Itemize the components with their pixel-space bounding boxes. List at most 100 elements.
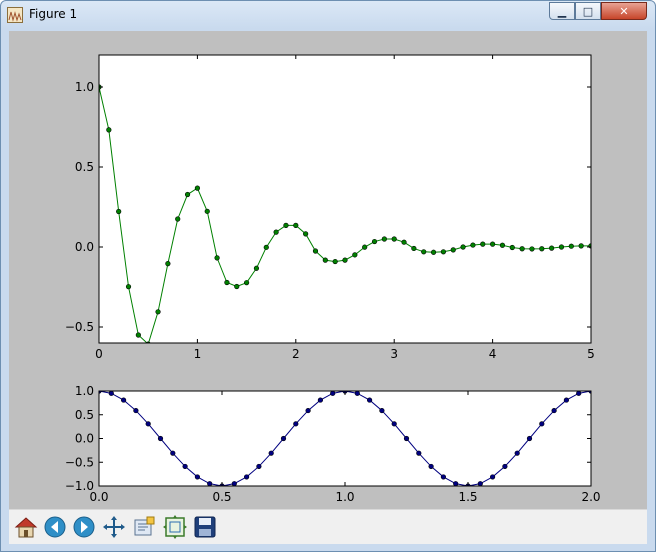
- cos-y-tick-label: −1.0: [65, 479, 94, 493]
- damped-data-point: [381, 236, 387, 242]
- damped-data-point: [480, 241, 486, 247]
- close-button[interactable]: ✕: [601, 2, 647, 20]
- cos-data-point: [539, 421, 545, 427]
- damped-data-point: [125, 284, 132, 290]
- cos-data-point: [293, 421, 299, 427]
- damped-x-tick-label: 3: [390, 347, 398, 361]
- subplots-button[interactable]: [162, 514, 188, 540]
- cos-data-point: [330, 391, 336, 396]
- cos-data-point: [207, 481, 213, 486]
- cos-data-point: [157, 435, 164, 442]
- damped-data-point: [303, 231, 309, 237]
- damped-x-tick-label: 2: [292, 347, 300, 361]
- damped-data-point: [401, 239, 407, 245]
- cos-data-point: [256, 463, 262, 470]
- zoom-icon: [134, 516, 155, 536]
- cos-data-point: [170, 450, 176, 456]
- cos-data-point: [490, 474, 496, 480]
- damped-data-point: [263, 244, 269, 250]
- damped-data-point: [499, 242, 506, 248]
- damped-data-point: [558, 244, 565, 250]
- pan-button[interactable]: [101, 514, 127, 540]
- damped-data-point: [204, 208, 210, 214]
- cos-data-point: [428, 463, 434, 470]
- damped-data-point: [539, 246, 545, 252]
- cos-x-tick-label: 0.5: [212, 490, 231, 504]
- zoom-button[interactable]: [131, 514, 157, 540]
- cos-data-point: [453, 481, 459, 486]
- damped-data-point: [106, 127, 112, 133]
- damped-data-point: [116, 208, 122, 215]
- damped-data-point: [391, 236, 397, 242]
- damped-data-point: [293, 222, 299, 228]
- damped-data-point: [342, 257, 348, 263]
- cos-data-point: [563, 397, 570, 403]
- damped-data-point: [194, 185, 200, 191]
- damped-data-point: [244, 280, 250, 286]
- cos-data-point: [367, 397, 373, 403]
- cos-data-point: [391, 421, 397, 427]
- save-button[interactable]: [192, 514, 218, 540]
- cos-data-point: [145, 421, 151, 427]
- cos-x-tick-label: 1.5: [458, 490, 477, 504]
- minimize-button[interactable]: ▁: [549, 2, 575, 20]
- damped-data-point: [519, 246, 525, 252]
- maximize-icon: □: [582, 4, 594, 18]
- damped-y-tick-label: 0.0: [75, 240, 94, 254]
- damped-data-point: [332, 258, 338, 265]
- cos-data-point: [182, 463, 188, 470]
- damped-data-point: [371, 238, 378, 245]
- figure-window: Figure 1 ▁ □ ✕ 0 1 2 3 4 5 −0.5 0.0 0.5 1.0 0.0 0.…: [0, 0, 656, 552]
- cos-data-point: [551, 407, 557, 414]
- forward-button[interactable]: [71, 514, 97, 540]
- cos-y-tick-label: 0.5: [75, 408, 94, 422]
- cos-data-point: [416, 450, 422, 456]
- damped-data-point: [135, 332, 141, 338]
- forward-arrow-icon: [73, 516, 95, 538]
- cos-data-point: [133, 407, 139, 414]
- cos-data-point: [440, 474, 447, 480]
- window-title: Figure 1: [29, 7, 78, 21]
- cos-x-tick-label: 1.0: [335, 490, 354, 504]
- damped-x-tick-label: 5: [587, 347, 595, 361]
- damped-data-point: [184, 191, 191, 198]
- figure-app-icon: [7, 7, 23, 23]
- damped-y-tick-label: 1.0: [75, 80, 94, 94]
- bottom-axes-cosine[interactable]: 0.0 0.5 1.0 1.5 2.0−1.0−0.50.00.51.0: [65, 384, 601, 504]
- home-icon: [14, 517, 38, 538]
- cos-data-point: [194, 474, 200, 480]
- maximize-button[interactable]: □: [575, 2, 601, 20]
- cos-data-point: [403, 435, 410, 442]
- cos-y-tick-label: 1.0: [75, 384, 94, 398]
- figure-client-area: 0 1 2 3 4 5 −0.5 0.0 0.5 1.0 0.0 0.5 1.0 1.5 2.0 −1.0 −…: [9, 31, 647, 544]
- cos-data-point: [379, 407, 385, 414]
- top-axes-damped-oscillation[interactable]: 0 1 2 3 4 5 −0.5 0.0 0.5 1.0: [65, 54, 595, 361]
- cos-data-point: [244, 474, 250, 480]
- cos-data-point: [477, 481, 483, 486]
- damped-data-point: [411, 245, 417, 252]
- damped-data-point: [549, 245, 555, 251]
- cos-data-point: [354, 391, 360, 396]
- cos-data-point: [317, 397, 324, 403]
- damped-data-point: [322, 257, 328, 263]
- back-button[interactable]: [42, 514, 68, 540]
- cos-data-point: [502, 463, 508, 470]
- cos-data-point: [305, 407, 311, 414]
- damped-data-point: [578, 243, 584, 249]
- damped-data-point: [430, 249, 437, 255]
- minimize-icon: ▁: [557, 4, 567, 18]
- damped-data-point: [273, 229, 279, 235]
- cos-data-point: [526, 435, 533, 442]
- cos-x-tick-label: 2.0: [581, 490, 600, 504]
- figure-canvas[interactable]: 0 1 2 3 4 5 −0.5 0.0 0.5 1.0 0.0 0.5 1.0 1.5 2.0 −1.0 −…: [9, 31, 647, 509]
- damped-data-point: [460, 244, 466, 250]
- damped-y-tick-label: −0.5: [65, 320, 94, 334]
- home-button[interactable]: [13, 514, 39, 540]
- damped-x-tick-label: 1: [194, 347, 202, 361]
- cos-y-tick-label: −0.5: [65, 455, 94, 469]
- damped-x-tick-label: 0: [95, 347, 103, 361]
- damped-data-point: [362, 244, 368, 250]
- damped-data-point: [253, 265, 260, 271]
- title-bar[interactable]: Figure 1 ▁ □ ✕: [1, 1, 655, 29]
- cos-data-point: [231, 481, 237, 486]
